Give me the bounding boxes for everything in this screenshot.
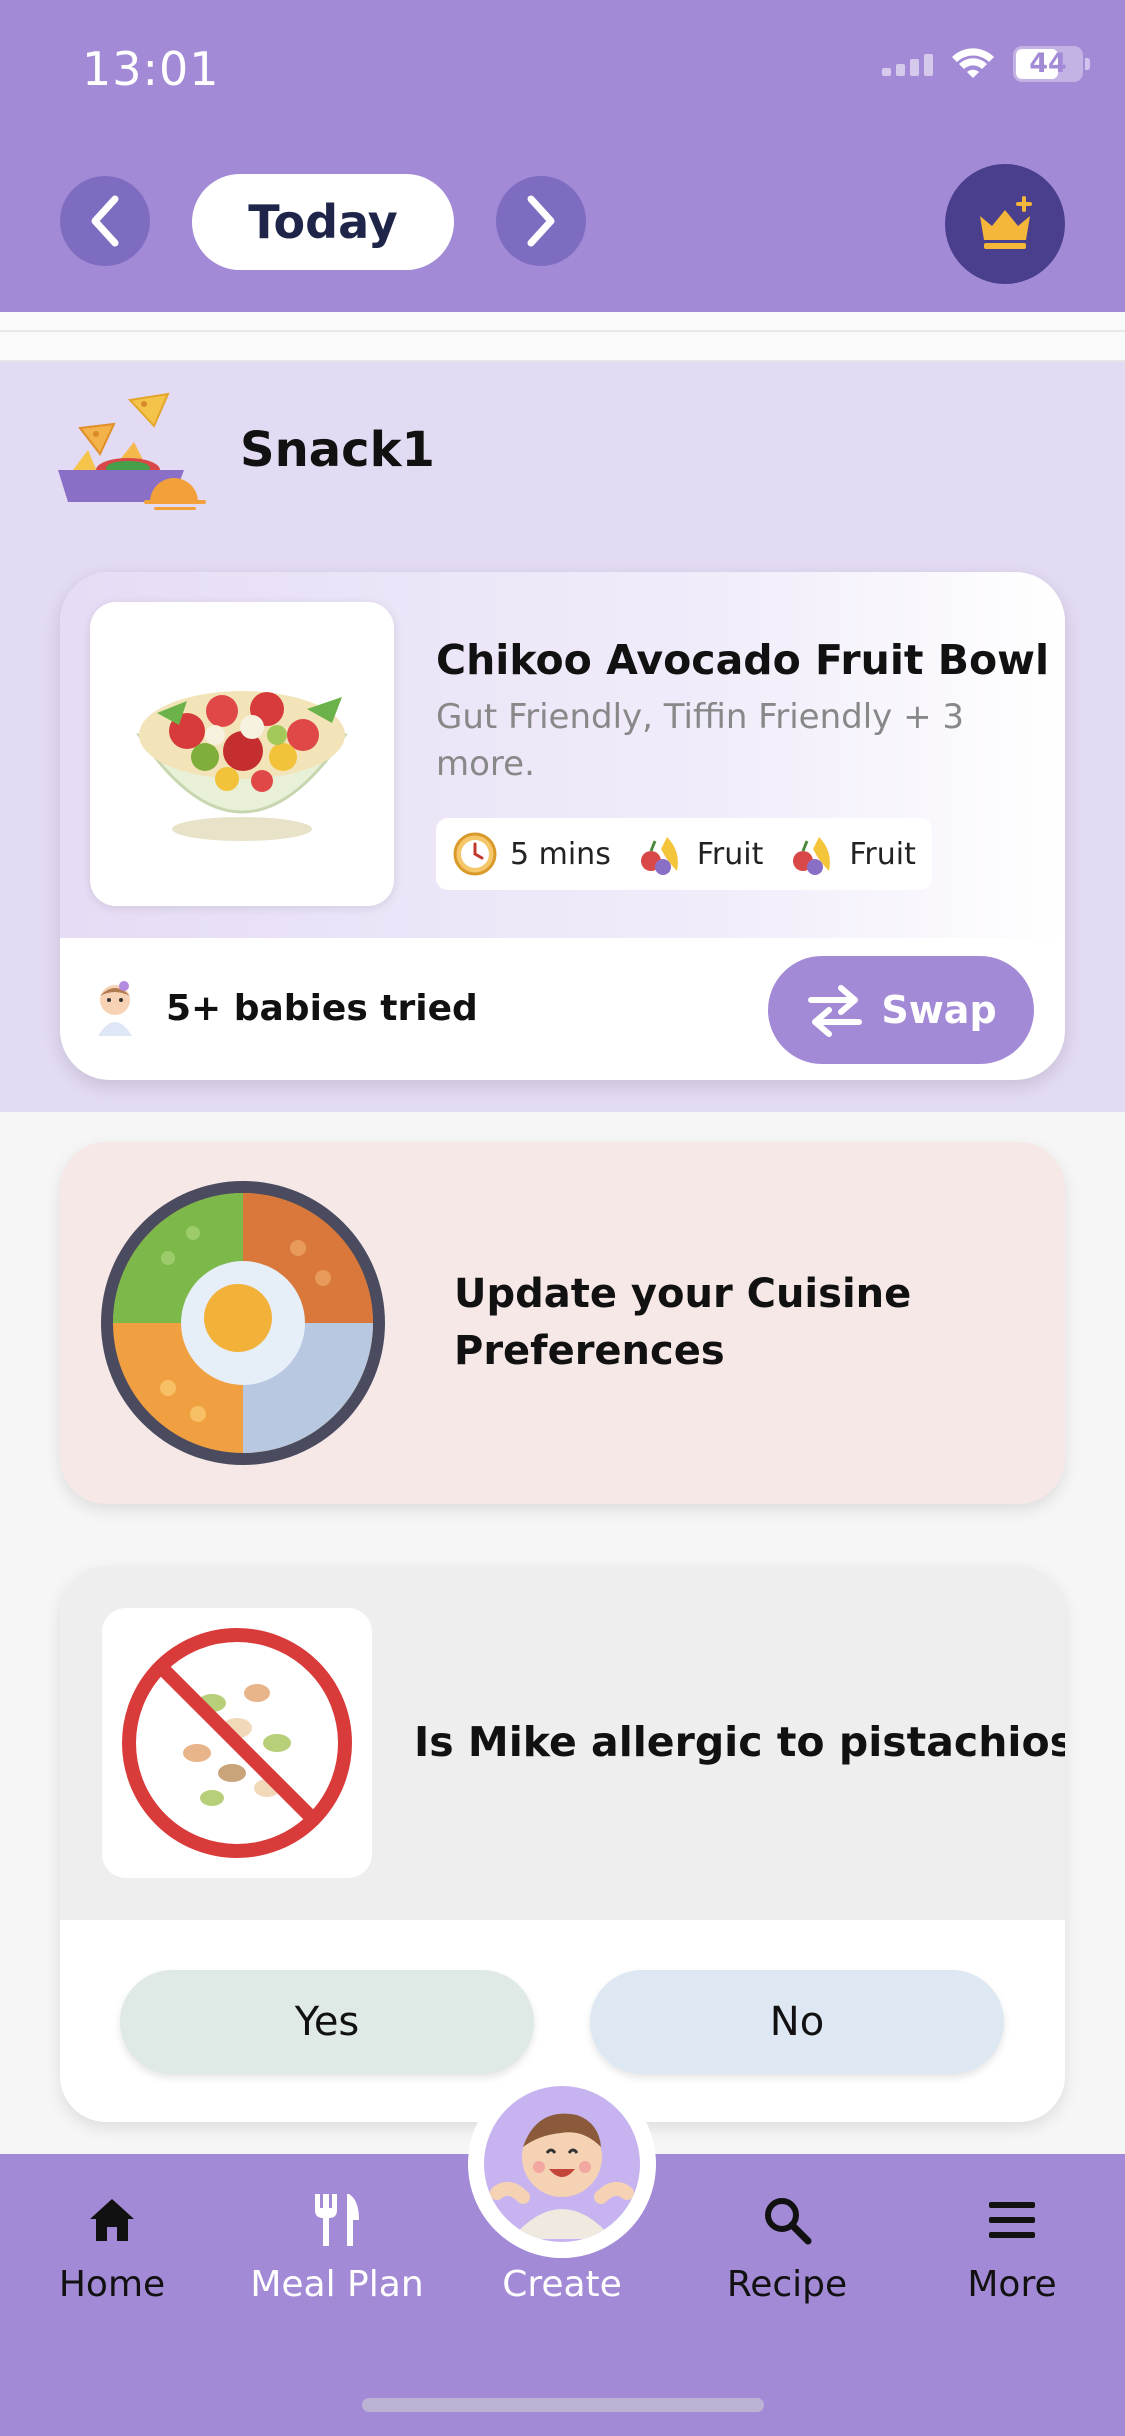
tab-recipe[interactable]: Recipe	[687, 2190, 887, 2305]
category-label: Fruit	[849, 836, 916, 872]
recipe-card-footer: 5+ babies tried Swap	[60, 938, 1065, 1080]
battery-level: 44	[1029, 48, 1067, 79]
fruit-bowl-image	[136, 691, 348, 841]
tab-meal-plan-label: Meal Plan	[250, 2264, 424, 2305]
recipe-image	[90, 602, 394, 906]
fruit-icon	[793, 837, 831, 875]
allergy-card-header: Is Mike allergic to pistachios?	[60, 1566, 1065, 1920]
app-header: 13:01 44 Today	[0, 0, 1125, 312]
battery-icon: 44	[1013, 46, 1090, 82]
recipe-card-header: Chikoo Avocado Fruit Bowl Gut Friendly, …	[60, 572, 1065, 938]
recipe-name: Chikoo Avocado Fruit Bowl	[436, 636, 1050, 684]
cuisine-preferences-text: Update your Cuisine Preferences	[454, 1271, 912, 1374]
tab-recipe-label: Recipe	[726, 2264, 848, 2305]
category-chip: Fruit	[637, 831, 764, 877]
divider-line	[0, 330, 1125, 332]
category-chip: Fruit	[789, 831, 916, 877]
allergy-image	[102, 1608, 372, 1878]
tab-more-label: More	[967, 2264, 1057, 2305]
tab-meal-plan[interactable]: Meal Plan	[237, 2190, 437, 2305]
status-time: 13:01	[82, 42, 220, 96]
recipe-card[interactable]: Chikoo Avocado Fruit Bowl Gut Friendly, …	[60, 572, 1065, 1080]
tab-home-label: Home	[58, 2264, 166, 2305]
divider-strip	[0, 312, 1125, 362]
cellular-signal-icon	[882, 52, 933, 76]
chevron-left-icon	[91, 195, 119, 247]
wifi-icon	[952, 48, 994, 78]
duration-label: 5 mins	[510, 836, 611, 872]
category-label: Fruit	[696, 836, 764, 872]
fork-knife-icon	[315, 2194, 359, 2246]
tab-more[interactable]: More	[912, 2190, 1112, 2305]
swap-label: Swap	[881, 988, 997, 1032]
swap-button[interactable]: Swap	[768, 956, 1034, 1064]
crown-icon	[980, 196, 1032, 249]
yes-button[interactable]: Yes	[120, 1970, 534, 2074]
snack-icon	[58, 392, 206, 510]
duration-chip: 5 mins	[452, 831, 611, 877]
cuisine-preferences-card[interactable]: Update your Cuisine Preferences	[60, 1142, 1065, 1504]
food-bowl-image	[101, 1181, 385, 1465]
recipe-attributes: 5 mins Fruit Fruit	[436, 818, 932, 890]
no-pistachio-icon	[122, 1628, 352, 1858]
fruit-icon	[640, 837, 678, 875]
status-indicators: 44	[882, 46, 1090, 82]
baby-icon	[98, 981, 132, 1036]
recipe-tags: Gut Friendly, Tiffin Friendly + 3 more.	[436, 697, 965, 784]
meal-title: Snack1	[240, 422, 435, 478]
no-button[interactable]: No	[590, 1970, 1004, 2074]
allergy-question-card: Is Mike allergic to pistachios? Yes No	[60, 1566, 1065, 2122]
previous-day-button[interactable]	[60, 176, 150, 266]
chevron-right-icon	[527, 195, 555, 247]
tried-count: 5+ babies tried	[166, 988, 478, 1029]
premium-button[interactable]	[945, 164, 1065, 284]
home-indicator	[362, 2398, 764, 2412]
tab-create[interactable]: Create	[462, 2190, 662, 2305]
clock-icon	[453, 832, 497, 876]
menu-icon	[989, 2202, 1035, 2238]
tab-home[interactable]: Home	[12, 2190, 212, 2305]
home-icon	[90, 2199, 134, 2241]
swap-icon	[808, 985, 863, 1037]
allergy-question: Is Mike allergic to pistachios?	[414, 1718, 1065, 1766]
meal-section: Snack1 Chikoo Avocado Fruit Bowl Gut Fri…	[0, 362, 1125, 1112]
search-icon	[765, 2198, 812, 2245]
tab-create-label: Create	[502, 2264, 622, 2305]
date-selector[interactable]: Today	[192, 174, 454, 270]
next-day-button[interactable]	[496, 176, 586, 266]
